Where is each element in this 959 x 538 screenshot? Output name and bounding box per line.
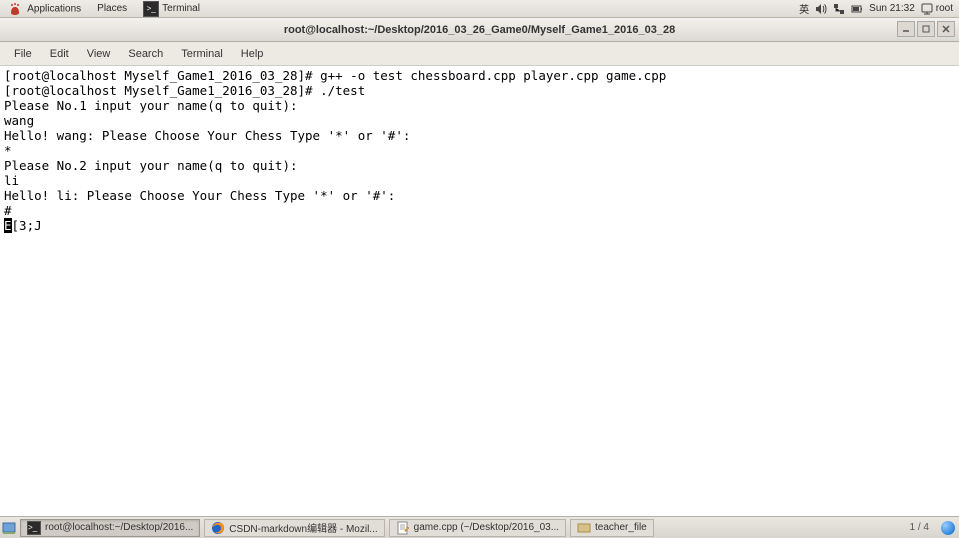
- taskbar-item-nautilus[interactable]: teacher_file: [570, 519, 654, 537]
- menu-edit[interactable]: Edit: [42, 45, 77, 63]
- close-button[interactable]: [937, 21, 955, 37]
- maximize-button[interactable]: [917, 21, 935, 37]
- top-panel: Applications Places >_ Terminal 英 Sun 21…: [0, 0, 959, 18]
- taskbar-label: root@localhost:~/Desktop/2016...: [45, 522, 193, 533]
- menu-file[interactable]: File: [6, 45, 40, 63]
- terminal-line: *: [4, 143, 12, 158]
- places-label: Places: [97, 3, 127, 14]
- places-menu[interactable]: Places: [89, 3, 135, 14]
- taskbar-label: CSDN-markdown编辑器 - Mozil...: [229, 520, 377, 535]
- firefox-icon: [211, 521, 225, 535]
- menu-search[interactable]: Search: [120, 45, 171, 63]
- terminal-taskbar-top[interactable]: >_ Terminal: [135, 1, 208, 17]
- terminal-task-label: Terminal: [162, 3, 200, 14]
- terminal-line: wang: [4, 113, 34, 128]
- menu-help[interactable]: Help: [233, 45, 272, 63]
- taskbar-item-terminal[interactable]: >_ root@localhost:~/Desktop/2016...: [20, 519, 200, 537]
- applications-menu[interactable]: Applications: [0, 2, 89, 16]
- terminal-line: Hello! li: Please Choose Your Chess Type…: [4, 188, 395, 203]
- clock[interactable]: Sun 21:32: [869, 3, 915, 14]
- app-menubar: File Edit View Search Terminal Help: [0, 42, 959, 66]
- network-icon[interactable]: [833, 3, 845, 15]
- user-menu[interactable]: root: [921, 3, 953, 15]
- bottom-taskbar: >_ root@localhost:~/Desktop/2016... CSDN…: [0, 516, 959, 538]
- user-label: root: [936, 3, 953, 14]
- taskbar-item-gedit[interactable]: game.cpp (~/Desktop/2016_03...: [389, 519, 566, 537]
- terminal-esc-inverse: E: [4, 218, 12, 233]
- show-desktop-button[interactable]: [0, 521, 18, 535]
- gedit-icon: [396, 521, 410, 535]
- workspace-indicator[interactable]: 1 / 4: [902, 522, 937, 533]
- user-icon: [921, 3, 933, 15]
- terminal-line: Please No.2 input your name(q to quit):: [4, 158, 298, 173]
- terminal-line: Hello! wang: Please Choose Your Chess Ty…: [4, 128, 410, 143]
- taskbar-item-firefox[interactable]: CSDN-markdown编辑器 - Mozil...: [204, 519, 384, 537]
- terminal-esc-tail: [3;J: [12, 218, 42, 233]
- terminal-line: [root@localhost Myself_Game1_2016_03_28]…: [4, 68, 666, 83]
- window-titlebar[interactable]: root@localhost:~/Desktop/2016_03_26_Game…: [0, 18, 959, 42]
- ime-indicator[interactable]: 英: [799, 1, 809, 16]
- battery-icon[interactable]: [851, 3, 863, 15]
- volume-icon[interactable]: [815, 3, 827, 15]
- taskbar-label: game.cpp (~/Desktop/2016_03...: [414, 522, 559, 533]
- terminal-output[interactable]: [root@localhost Myself_Game1_2016_03_28]…: [0, 66, 959, 516]
- taskbar-label: teacher_file: [595, 522, 647, 533]
- window-title: root@localhost:~/Desktop/2016_03_26_Game…: [0, 24, 959, 36]
- terminal-icon: >_: [27, 521, 41, 535]
- terminal-line: Please No.1 input your name(q to quit):: [4, 98, 298, 113]
- terminal-line: li: [4, 173, 19, 188]
- minimize-button[interactable]: [897, 21, 915, 37]
- menu-terminal[interactable]: Terminal: [173, 45, 231, 63]
- terminal-line: [root@localhost Myself_Game1_2016_03_28]…: [4, 83, 365, 98]
- terminal-icon: >_: [143, 1, 159, 17]
- foot-icon: [8, 2, 22, 16]
- menu-view[interactable]: View: [79, 45, 119, 63]
- terminal-line: #: [4, 203, 12, 218]
- folder-icon: [577, 521, 591, 535]
- applications-label: Applications: [27, 3, 81, 14]
- system-tray: 英 Sun 21:32 root: [799, 1, 959, 16]
- notification-icon[interactable]: [941, 521, 955, 535]
